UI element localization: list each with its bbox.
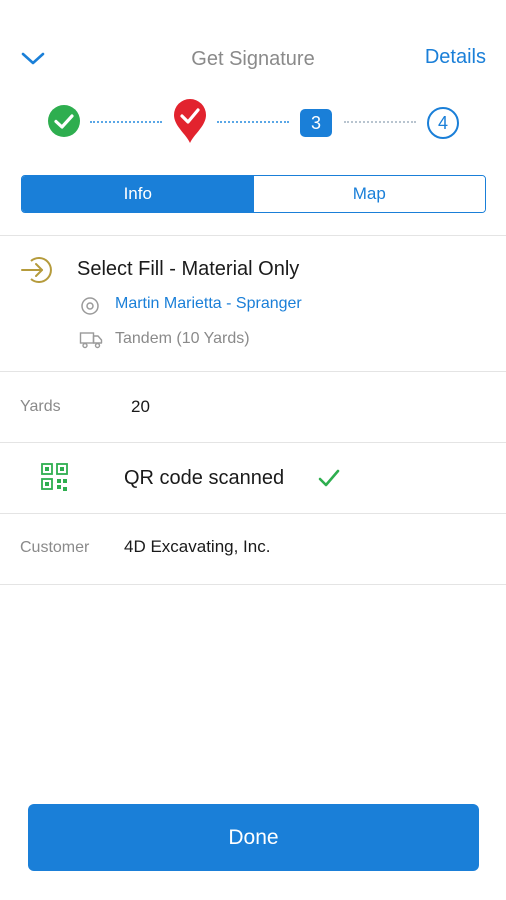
yards-value: 20 [131,397,150,416]
checkmark-icon [318,469,340,487]
qr-code-icon [41,463,68,491]
sign-in-icon [21,257,52,283]
site-link[interactable]: Martin Marietta - Spranger [115,295,302,313]
header: Get Signature Details [0,40,506,80]
step-4-badge: 4 [427,107,459,139]
divider [0,235,506,236]
divider [0,371,506,372]
customer-label: Customer [20,539,90,556]
step-connector [344,121,416,123]
job-summary: Select Fill - Material Only Martin Marie… [0,252,506,362]
info-map-toggle: Info Map [21,175,486,213]
truck-type: Tandem (10 Yards) [115,330,250,347]
progress-stepper: 3 4 [0,99,506,150]
map-pin-check-icon [174,99,206,143]
customer-value: 4D Excavating, Inc. [124,537,271,556]
step-3-badge: 3 [300,109,332,137]
done-button[interactable]: Done [28,804,479,871]
yards-label: Yards [20,398,61,415]
divider [0,584,506,585]
step-connector [90,121,162,123]
target-icon [81,297,99,315]
job-title: Select Fill - Material Only [77,258,300,280]
tab-info[interactable]: Info [22,176,254,212]
divider [0,442,506,443]
tab-map[interactable]: Map [253,176,485,212]
qr-status-text: QR code scanned [124,467,285,489]
details-link[interactable]: Details [425,46,486,69]
divider [0,513,506,514]
check-circle-icon [48,105,80,137]
step-connector [217,121,289,123]
truck-icon [79,332,103,349]
